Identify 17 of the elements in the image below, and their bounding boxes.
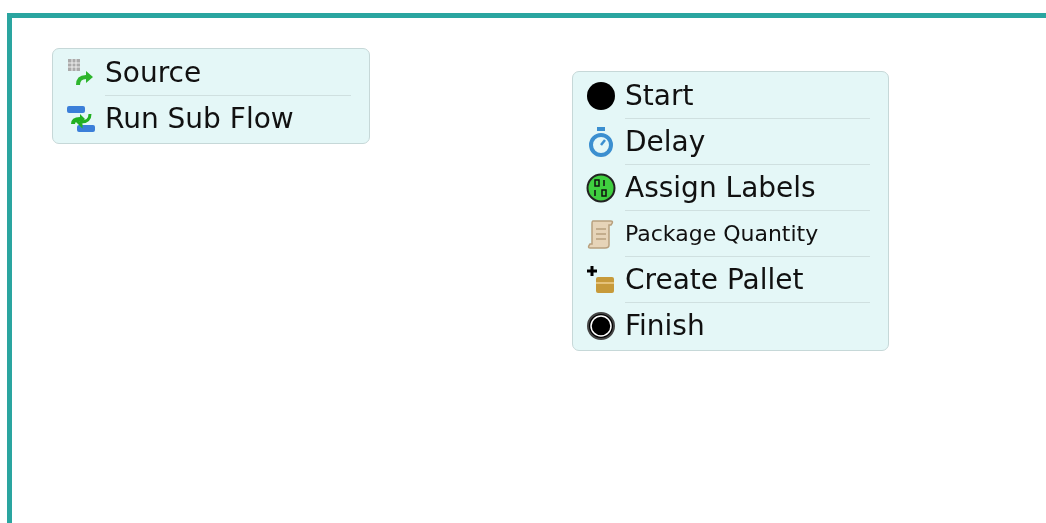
activity-block[interactable]: Source Run Sub Flow	[52, 48, 370, 144]
activity-label: Create Pallet	[625, 257, 870, 303]
activity-label: Delay	[625, 119, 870, 165]
activity-block[interactable]: Start Delay Assign Labels Package Quantity Create Pallet Finish	[572, 71, 889, 351]
activity-label: Source	[105, 50, 351, 96]
scroll-icon	[587, 219, 615, 249]
activity-label: Package Quantity	[625, 211, 870, 257]
cycle-arrows-icon	[66, 105, 96, 133]
binary-circle-icon	[586, 173, 616, 203]
activity-label: Start	[625, 73, 870, 119]
activity-label: Finish	[625, 308, 706, 344]
plus-box-icon	[586, 265, 616, 295]
activity-label: Run Sub Flow	[105, 101, 295, 137]
circle-icon	[586, 81, 616, 111]
ring-circle-icon	[586, 311, 616, 341]
activity-label: Assign Labels	[625, 165, 870, 211]
stopwatch-icon	[588, 127, 614, 157]
